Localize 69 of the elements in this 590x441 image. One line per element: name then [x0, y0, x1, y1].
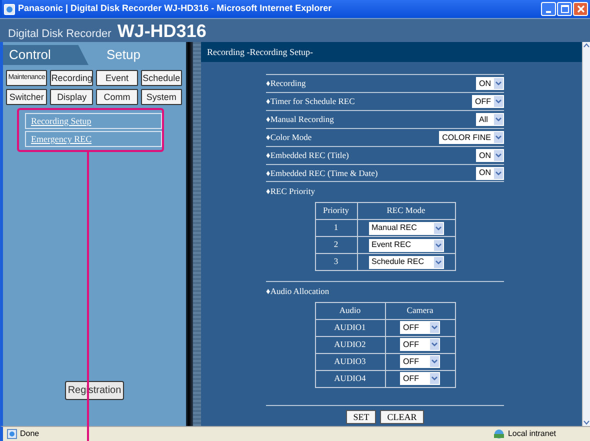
- menu-button[interactable]: Switcher: [6, 89, 48, 105]
- menu-button[interactable]: Recording: [50, 70, 94, 86]
- setting-label: ♦Timer for Schedule REC: [266, 95, 355, 108]
- menu-button[interactable]: Comm: [96, 89, 138, 105]
- table-cell: 2: [315, 236, 357, 254]
- product-name: Digital Disk Recorder: [8, 27, 112, 42]
- window-title: Panasonic | Digital Disk Recorder WJ-HD316 - Microsoft Internet Explorer: [18, 2, 333, 16]
- tab[interactable]: Control: [3, 45, 88, 65]
- caret-icon: [494, 132, 503, 143]
- caret-icon: [434, 222, 442, 234]
- form-button[interactable]: SET: [346, 410, 376, 424]
- caret-icon: [430, 322, 439, 334]
- minimize-icon[interactable]: [541, 2, 556, 16]
- section-label: ♦REC Priority: [266, 185, 316, 198]
- form-button[interactable]: CLEAR: [380, 410, 424, 424]
- close-icon[interactable]: [573, 2, 588, 16]
- setting-label: ♦Manual Recording: [266, 113, 334, 126]
- model-name: WJ-HD316: [117, 21, 206, 41]
- globe-icon: [492, 429, 505, 439]
- section-label: ♦Audio Allocation: [266, 284, 330, 298]
- menu-button[interactable]: Event: [96, 70, 138, 86]
- maximize-icon[interactable]: [557, 2, 572, 16]
- caret-icon: [494, 168, 503, 178]
- column-header: REC Mode: [357, 202, 455, 220]
- caret-icon: [430, 339, 439, 350]
- mode-dropdown[interactable]: OFF: [400, 355, 440, 368]
- setting-label: ♦Embedded REC (Time & Date): [266, 166, 378, 180]
- caret-icon: [430, 373, 439, 384]
- column-header: Camera: [385, 302, 455, 319]
- page-icon: [7, 429, 17, 439]
- page-title: Recording -Recording Setup-: [201, 42, 582, 62]
- caret-icon: [434, 240, 442, 250]
- setting-dropdown[interactable]: ON: [476, 166, 504, 180]
- caret-icon: [434, 256, 442, 268]
- caret-icon: [494, 96, 503, 107]
- setting-label: ♦Color Mode: [266, 131, 312, 144]
- caret-icon: [430, 356, 439, 368]
- setting-dropdown[interactable]: COLOR FINE: [439, 131, 504, 144]
- column-header: Priority: [315, 202, 357, 220]
- ie-icon: [4, 4, 15, 14]
- caret-icon: [494, 78, 503, 89]
- setting-dropdown[interactable]: ON: [476, 77, 504, 90]
- mode-dropdown[interactable]: OFF: [400, 338, 440, 352]
- table-cell: AUDIO1: [315, 319, 385, 336]
- mode-dropdown[interactable]: Schedule REC: [368, 256, 444, 268]
- column-header: Audio: [315, 302, 385, 319]
- table-cell: 1: [315, 219, 357, 236]
- mode-dropdown[interactable]: OFF: [400, 372, 440, 386]
- table-cell: AUDIO2: [315, 336, 385, 353]
- caret-icon: [494, 150, 503, 161]
- menu-button[interactable]: Display: [50, 89, 94, 105]
- zone-text: Local intranet: [508, 428, 556, 440]
- setting-label: ♦Embedded REC (Title): [266, 149, 349, 162]
- setting-label: ♦Recording: [266, 77, 306, 90]
- table-cell: 3: [315, 253, 357, 270]
- menu-button[interactable]: Schedule: [140, 70, 182, 86]
- scroll-down-icon[interactable]: [583, 419, 590, 426]
- table-cell: AUDIO3: [315, 353, 385, 370]
- mode-dropdown[interactable]: Manual REC: [368, 222, 444, 234]
- status-text: Done: [20, 428, 40, 440]
- table-cell: AUDIO4: [315, 370, 385, 387]
- menu-button[interactable]: System: [140, 89, 182, 105]
- setting-dropdown[interactable]: OFF: [472, 95, 504, 108]
- scroll-up-icon[interactable]: [583, 42, 590, 49]
- caret-icon: [494, 114, 503, 125]
- mode-dropdown[interactable]: OFF: [400, 321, 440, 334]
- setting-dropdown[interactable]: ON: [476, 149, 504, 162]
- mode-dropdown[interactable]: Event REC: [368, 238, 444, 252]
- setting-dropdown[interactable]: All: [476, 113, 504, 126]
